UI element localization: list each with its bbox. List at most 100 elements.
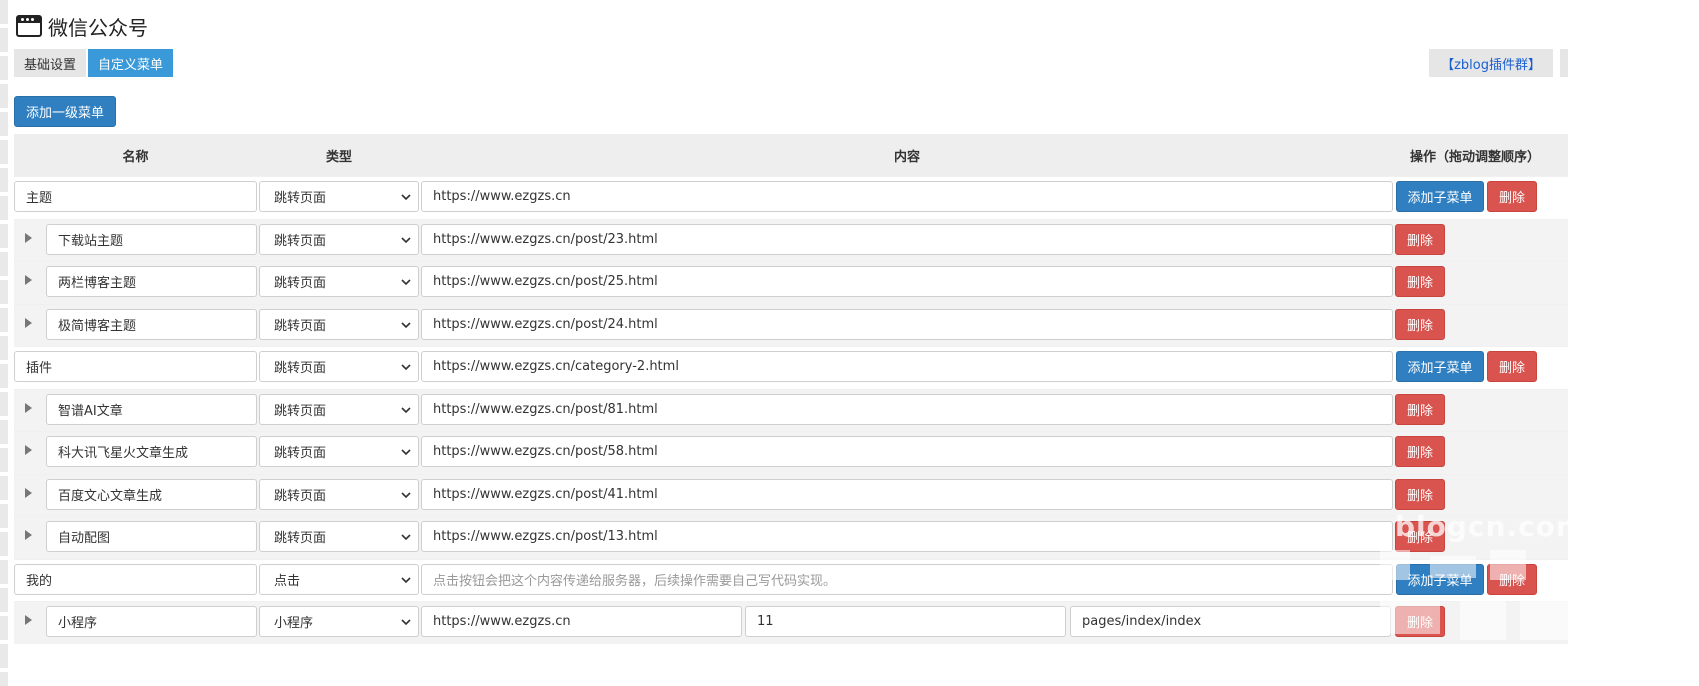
- caret-right-icon[interactable]: [25, 232, 32, 243]
- chevron-down-icon: [400, 531, 412, 543]
- menu-name-input[interactable]: 我的: [14, 563, 257, 595]
- caret-right-icon[interactable]: [25, 487, 32, 498]
- table-row: 两栏博客主题 跳转页面 https://www.ezgzs.cn/post/25.h…: [14, 261, 1568, 304]
- chevron-down-icon: [400, 574, 412, 586]
- add-submenu-button[interactable]: 添加子菜单: [1396, 351, 1484, 382]
- header-name: 名称: [122, 149, 149, 165]
- add-top-menu-button[interactable]: 添加一级菜单: [14, 96, 117, 127]
- menu-type-select[interactable]: 跳转页面: [259, 181, 419, 212]
- caret-right-icon[interactable]: [25, 275, 32, 285]
- menu-type-select[interactable]: 点击: [259, 563, 419, 595]
- table-body: 主题 跳转页面 https://www.ezgzs.cn 添加子菜单 删除 下载站主题 跳转…: [14, 176, 1568, 644]
- menu-content-input[interactable]: https://www.ezgzs.cn/post/81.html: [421, 393, 1393, 425]
- menu-name-input[interactable]: 插件: [14, 351, 257, 382]
- menu-content-input[interactable]: https://www.ezgzs.cn: [421, 181, 1393, 212]
- caret-right-icon[interactable]: [25, 530, 32, 540]
- table-row: 小程序 小程序 https://www.ezgzs.cn 11 pages/index/…: [14, 601, 1568, 644]
- add-submenu-button[interactable]: 添加子菜单: [1396, 563, 1484, 595]
- delete-button[interactable]: 删除: [1395, 223, 1445, 255]
- table-row: 下载站主题 跳转页面 https://www.ezgzs.cn/post/23.ht…: [14, 218, 1568, 261]
- menu-type-select[interactable]: 跳转页面: [259, 308, 419, 340]
- header-ops: 操作（拖动调整顺序）: [1409, 149, 1540, 165]
- left-edge-decoration: [0, 0, 8, 686]
- delete-button[interactable]: 删除: [1487, 351, 1537, 382]
- page-title: 微信公众号: [48, 15, 148, 40]
- menu-type-select[interactable]: 跳转页面: [259, 436, 419, 467]
- delete-button[interactable]: 删除: [1395, 436, 1445, 467]
- window-icon: [16, 15, 42, 37]
- menu-content-input[interactable]: https://www.ezgzs.cn/post/41.html: [421, 478, 1393, 510]
- menu-content-input[interactable]: https://www.ezgzs.cn/post/23.html: [421, 223, 1393, 255]
- add-submenu-button[interactable]: 添加子菜单: [1396, 181, 1484, 212]
- next-link-button[interactable]: [1560, 49, 1568, 77]
- menu-type-select[interactable]: 跳转页面: [259, 266, 419, 297]
- delete-button[interactable]: 删除: [1487, 563, 1537, 595]
- menu-content-input[interactable]: https://www.ezgzs.cn/post/24.html: [421, 308, 1393, 340]
- tab-basic-settings[interactable]: 基础设置: [14, 49, 87, 77]
- menu-type-select[interactable]: 跳转页面: [259, 393, 419, 425]
- menu-name-input[interactable]: 小程序: [46, 606, 257, 637]
- menu-type-value: 跳转页面: [274, 191, 327, 206]
- chevron-down-icon: [400, 234, 412, 246]
- menu-name-input[interactable]: 自动配图: [46, 521, 257, 552]
- menu-type-value: 跳转页面: [274, 403, 327, 419]
- menu-name-input[interactable]: 主题: [14, 181, 257, 212]
- tab-bar: 基础设置 自定义菜单: [14, 49, 174, 77]
- menu-name-input[interactable]: 下载站主题: [46, 223, 257, 255]
- menu-content-input[interactable]: https://www.ezgzs.cn/post/58.html: [421, 436, 1393, 467]
- menu-type-value: 跳转页面: [274, 318, 327, 334]
- menu-name-input[interactable]: 科大讯飞星火文章生成: [46, 436, 257, 467]
- menu-type-select[interactable]: 跳转页面: [259, 521, 419, 552]
- menu-type-select[interactable]: 跳转页面: [259, 351, 419, 382]
- menu-content-input[interactable]: https://www.ezgzs.cn/post/13.html: [421, 521, 1393, 552]
- plugin-group-link[interactable]: 【zblog插件群】: [1429, 49, 1553, 77]
- caret-right-icon[interactable]: [25, 615, 32, 625]
- tab-custom-menu[interactable]: 自定义菜单: [88, 49, 174, 77]
- header-type: 类型: [325, 149, 352, 165]
- delete-button[interactable]: 删除: [1395, 606, 1445, 637]
- caret-right-icon[interactable]: [25, 317, 32, 328]
- chevron-down-icon: [400, 489, 412, 501]
- chevron-down-icon: [400, 446, 412, 458]
- menu-content-input[interactable]: https://www.ezgzs.cn/post/25.html: [421, 266, 1393, 297]
- delete-button[interactable]: 删除: [1395, 308, 1445, 340]
- delete-button[interactable]: 删除: [1395, 393, 1445, 425]
- caret-right-icon[interactable]: [25, 402, 32, 413]
- delete-button[interactable]: 删除: [1395, 478, 1445, 510]
- menu-content-input[interactable]: https://www.ezgzs.cn/category-2.html: [421, 351, 1393, 382]
- menu-type-value: 跳转页面: [274, 488, 327, 504]
- delete-button[interactable]: 删除: [1395, 266, 1445, 297]
- menu-type-select[interactable]: 跳转页面: [259, 223, 419, 255]
- table-row: 插件 跳转页面 https://www.ezgzs.cn/category-2.ht…: [14, 346, 1568, 389]
- chevron-down-icon: [400, 319, 412, 331]
- table-row: 百度文心文章生成 跳转页面 https://www.ezgzs.cn/post/41…: [14, 473, 1568, 516]
- table-row: 主题 跳转页面 https://www.ezgzs.cn 添加子菜单 删除: [14, 176, 1568, 219]
- menu-type-value: 跳转页面: [274, 233, 327, 249]
- delete-button[interactable]: 删除: [1487, 181, 1537, 212]
- menu-type-select[interactable]: 跳转页面: [259, 478, 419, 510]
- miniprogram-url-input[interactable]: https://www.ezgzs.cn: [421, 606, 742, 637]
- chevron-down-icon: [400, 191, 412, 203]
- miniprogram-appid-input[interactable]: 11: [745, 606, 1066, 637]
- menu-name-input[interactable]: 智谱AI文章: [46, 393, 257, 425]
- menu-table: 名称 类型 内容 操作（拖动调整顺序） 主题 跳转页面 https://www.ez…: [14, 134, 1568, 644]
- menu-content-input[interactable]: 点击按钮会把这个内容传递给服务器，后续操作需要自己写代码实现。: [421, 563, 1393, 595]
- delete-button[interactable]: 删除: [1395, 521, 1445, 552]
- chevron-down-icon: [400, 361, 412, 373]
- menu-type-value: 小程序: [274, 616, 314, 631]
- header-content: 内容: [893, 149, 920, 165]
- chevron-down-icon: [400, 276, 412, 288]
- table-row: 智谱AI文章 跳转页面 https://www.ezgzs.cn/post/81.h…: [14, 388, 1568, 431]
- menu-name-input[interactable]: 极简博客主题: [46, 308, 257, 340]
- page-header: 微信公众号: [16, 12, 148, 40]
- table-row: 极简博客主题 跳转页面 https://www.ezgzs.cn/post/24.h…: [14, 303, 1568, 346]
- menu-type-select[interactable]: 小程序: [259, 606, 419, 637]
- menu-name-input[interactable]: 两栏博客主题: [46, 266, 257, 297]
- chevron-down-icon: [400, 616, 412, 628]
- miniprogram-path-input[interactable]: pages/index/index: [1070, 606, 1391, 637]
- caret-right-icon[interactable]: [25, 445, 32, 455]
- menu-type-value: 跳转页面: [274, 276, 327, 291]
- menu-name-input[interactable]: 百度文心文章生成: [46, 478, 257, 510]
- table-row: 科大讯飞星火文章生成 跳转页面 https://www.ezgzs.cn/post/…: [14, 431, 1568, 474]
- menu-type-value: 点击: [274, 573, 301, 589]
